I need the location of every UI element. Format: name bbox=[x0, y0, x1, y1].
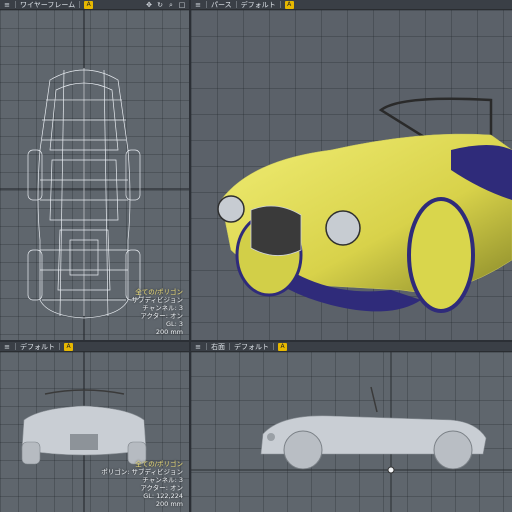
info-line: 全ての/ポリゴン bbox=[135, 288, 183, 296]
info-line: 全ての/ポリゴン bbox=[135, 460, 183, 468]
info-line: アクター: オン bbox=[140, 312, 183, 320]
info-line: アクター: オン bbox=[140, 484, 183, 492]
info-line: 200 mm bbox=[155, 328, 183, 336]
info-line: GL: 122,224 bbox=[143, 492, 183, 500]
viewport-perspective[interactable]: ≡ パース デフォルト A bbox=[191, 0, 512, 340]
car-perspective-model bbox=[217, 97, 512, 313]
info-line: チャンネル: 3 bbox=[142, 304, 183, 312]
side-canvas bbox=[191, 352, 512, 512]
car-top-wireframe bbox=[27, 68, 141, 319]
info-line: GL: 3 bbox=[165, 320, 183, 328]
viewport-top[interactable]: ≡ ワイヤーフレーム A ✥ ↻ ⌕ □ 全ての/ポリゴン サブディビジョン チ… bbox=[0, 0, 189, 340]
viewport-right[interactable]: ≡ 右面 デフォルト A bbox=[191, 342, 512, 512]
info-line: サブディビジョン bbox=[131, 296, 183, 304]
pivot-handle[interactable] bbox=[387, 466, 395, 474]
modeler-workspace: ≡ ワイヤーフレーム A ✥ ↻ ⌕ □ 全ての/ポリゴン サブディビジョン チ… bbox=[0, 0, 512, 512]
viewport-info-overlay: 全ての/ポリゴン サブディビジョン チャンネル: 3 アクター: オン GL: … bbox=[131, 288, 183, 336]
info-line: 200 mm bbox=[155, 500, 183, 508]
viewport-front[interactable]: ≡ デフォルト A 全ての/ポリゴン ポリゴン: サブディビジョン チャンネル:… bbox=[0, 342, 189, 512]
car-side-model bbox=[260, 386, 487, 470]
info-line: チャンネル: 3 bbox=[142, 476, 183, 484]
viewport-info-overlay: 全ての/ポリゴン ポリゴン: サブディビジョン チャンネル: 3 アクター: オ… bbox=[101, 460, 183, 508]
perspective-canvas bbox=[217, 97, 512, 313]
info-line: ポリゴン: サブディビジョン bbox=[101, 468, 183, 476]
